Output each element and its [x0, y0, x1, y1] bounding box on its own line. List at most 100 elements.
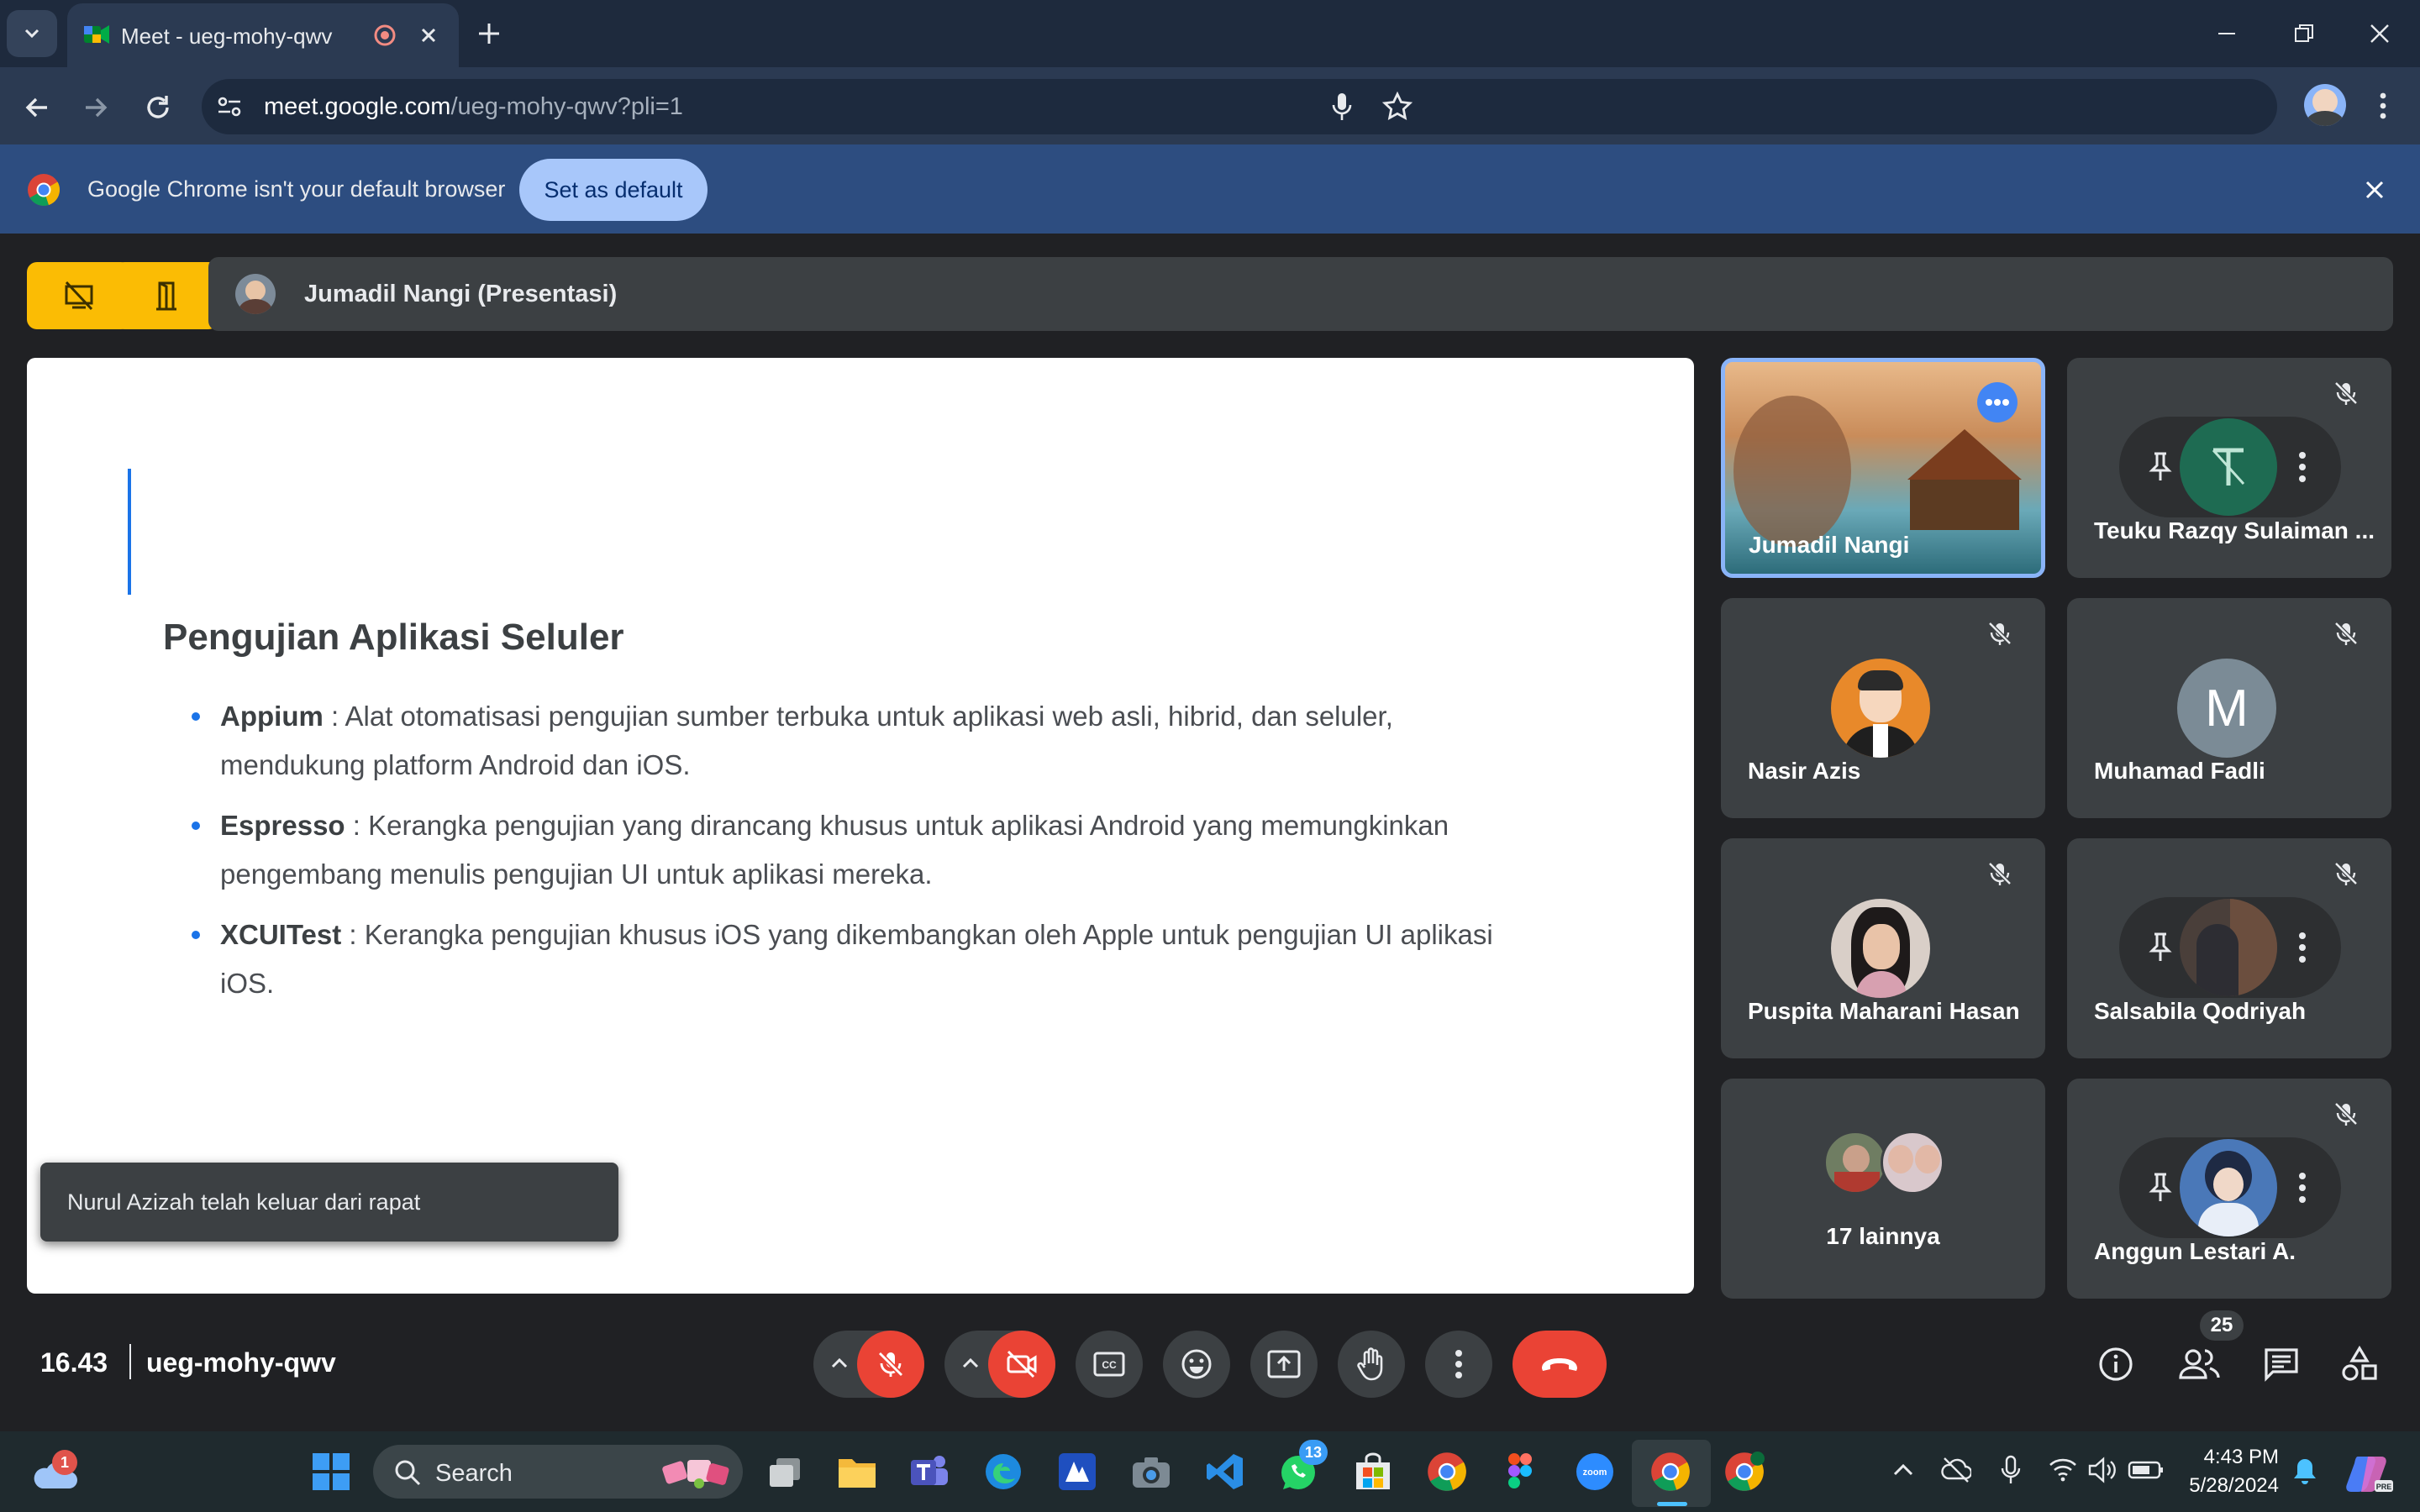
- more-options-icon[interactable]: [2296, 449, 2309, 486]
- taskbar-store[interactable]: [1348, 1446, 1398, 1497]
- activities-icon[interactable]: [2339, 1344, 2380, 1384]
- taskbar-figma[interactable]: [1496, 1446, 1546, 1497]
- participant-name: Muhamad Fadli: [2094, 758, 2265, 784]
- leave-call-button[interactable]: [1512, 1331, 1607, 1398]
- tray-microphone-icon[interactable]: [2000, 1455, 2022, 1485]
- presenter-bar: Jumadil Nangi (Presentasi): [208, 257, 2393, 331]
- pin-icon[interactable]: [2148, 931, 2173, 964]
- restore-icon[interactable]: [2292, 22, 2316, 45]
- notification-bell-icon[interactable]: [2292, 1457, 2317, 1485]
- set-as-default-button[interactable]: Set as default: [519, 159, 708, 221]
- clock-date: 5/28/2024: [2189, 1474, 2279, 1497]
- site-info-icon[interactable]: [217, 95, 242, 118]
- pin-icon[interactable]: [2148, 1171, 2173, 1205]
- active-tab[interactable]: Meet - ueg-mohy-qwv: [67, 3, 459, 67]
- avatar: [1881, 1131, 1944, 1194]
- taskbar-chrome-active[interactable]: [1645, 1446, 1696, 1497]
- hide-presentation-icon: [65, 281, 93, 311]
- taskbar-task-view[interactable]: [760, 1446, 810, 1497]
- taskbar-vscode[interactable]: [1200, 1446, 1250, 1497]
- participant-tile-salsabila[interactable]: Salsabila Qodriyah: [2067, 838, 2391, 1058]
- taskbar-file-explorer[interactable]: [832, 1446, 882, 1497]
- mic-off-icon: [2334, 622, 2358, 645]
- menu-kebab-icon[interactable]: [2371, 89, 2395, 123]
- microphone-icon[interactable]: [1329, 91, 1355, 123]
- slide-accent-bar: [128, 469, 131, 595]
- mic-off-icon: [2334, 1102, 2358, 1126]
- reactions-button[interactable]: [1163, 1331, 1230, 1398]
- participant-tile-teuku[interactable]: Teuku Razqy Sulaiman ...: [2067, 358, 2391, 578]
- volume-icon[interactable]: [2087, 1457, 2118, 1483]
- avatar: [2180, 418, 2277, 516]
- wifi-icon[interactable]: [2049, 1457, 2077, 1482]
- emoji-icon: [1181, 1349, 1212, 1379]
- battery-icon[interactable]: [2128, 1460, 2165, 1480]
- address-bar[interactable]: meet.google.com/ueg-mohy-qwv?pli=1: [202, 79, 2277, 134]
- taskbar-chrome[interactable]: [1422, 1446, 1472, 1497]
- tray-overflow-icon[interactable]: [1892, 1462, 1914, 1478]
- svg-text:CC: CC: [1102, 1359, 1117, 1371]
- infobar-message: Google Chrome isn't your default browser: [87, 176, 506, 202]
- figma-icon: [1508, 1453, 1532, 1488]
- minimize-icon[interactable]: [2215, 22, 2238, 45]
- people-icon[interactable]: [2178, 1346, 2222, 1383]
- others-tile[interactable]: 17 lainnya: [1721, 1079, 2045, 1299]
- search-icon: [395, 1460, 421, 1486]
- present-screen-button[interactable]: [1250, 1331, 1318, 1398]
- participant-tile-puspita[interactable]: Puspita Maharani Hasan: [1721, 838, 2045, 1058]
- more-options-icon[interactable]: [2296, 929, 2309, 966]
- active-indicator: [1657, 1502, 1687, 1506]
- forward-icon[interactable]: [81, 92, 111, 123]
- close-window-icon[interactable]: [2368, 22, 2391, 45]
- meeting-info-icon[interactable]: [2097, 1346, 2134, 1383]
- windows-start-icon[interactable]: [311, 1452, 351, 1492]
- tab-list-button[interactable]: [7, 10, 57, 57]
- pin-icon[interactable]: [2148, 450, 2173, 484]
- chat-icon[interactable]: [2262, 1346, 2301, 1383]
- cloud-offline-icon[interactable]: [1941, 1457, 1971, 1483]
- raise-hand-button[interactable]: [1338, 1331, 1405, 1398]
- store-icon: [1356, 1452, 1390, 1489]
- url-text: meet.google.com/ueg-mohy-qwv?pli=1: [264, 93, 683, 120]
- participant-name: Jumadil Nangi: [1749, 532, 1910, 558]
- taskbar-clock[interactable]: 4:43 PM 5/28/2024: [2173, 1443, 2279, 1500]
- avatar: [1831, 899, 1930, 998]
- more-options-icon[interactable]: [2296, 1169, 2309, 1206]
- taskbar-search[interactable]: Search: [373, 1445, 743, 1499]
- taskbar-edge[interactable]: [978, 1446, 1028, 1497]
- participant-tile-anggun[interactable]: Anggun Lestari A.: [2067, 1079, 2391, 1299]
- taskbar-zoom[interactable]: zoom: [1570, 1446, 1620, 1497]
- teams-icon: [911, 1456, 948, 1485]
- camera-toggle-button[interactable]: [988, 1331, 1055, 1398]
- avatar: [1831, 659, 1930, 758]
- back-icon[interactable]: [22, 92, 52, 123]
- taskbar-teams[interactable]: [904, 1446, 955, 1497]
- copilot-icon[interactable]: PRE: [2344, 1452, 2395, 1495]
- speaking-dots-icon: [1986, 399, 2009, 406]
- mic-off-icon: [877, 1351, 904, 1378]
- presentation-layout-button[interactable]: [114, 262, 218, 329]
- bookmark-star-icon[interactable]: [1381, 91, 1413, 123]
- participant-tile-muhamad-fadli[interactable]: M Muhamad Fadli: [2067, 598, 2391, 818]
- clock-time: 4:43 PM: [2203, 1446, 2279, 1468]
- taskbar-chrome-profile[interactable]: [1719, 1446, 1770, 1497]
- participant-tile-jumadil-nangi[interactable]: Jumadil Nangi: [1721, 358, 2045, 578]
- remove-icon[interactable]: [2208, 445, 2249, 489]
- weather-widget[interactable]: 1: [30, 1450, 81, 1495]
- whatsapp-badge: 13: [1299, 1440, 1328, 1465]
- more-options-button[interactable]: [1425, 1331, 1492, 1398]
- microphone-toggle-button[interactable]: [857, 1331, 924, 1398]
- weather-badge: 1: [52, 1450, 77, 1475]
- close-infobar-icon[interactable]: [2363, 178, 2386, 202]
- taskbar-app[interactable]: [1052, 1446, 1102, 1497]
- participant-tile-nasir-azis[interactable]: Nasir Azis: [1721, 598, 2045, 818]
- captions-button[interactable]: CC: [1076, 1331, 1143, 1398]
- taskbar-camera[interactable]: [1126, 1446, 1176, 1497]
- reload-icon[interactable]: [141, 91, 175, 124]
- new-tab-icon[interactable]: [476, 20, 502, 47]
- taskbar-whatsapp[interactable]: 13: [1274, 1440, 1328, 1497]
- chevron-down-icon: [24, 29, 39, 39]
- presenter-label: Jumadil Nangi (Presentasi): [304, 281, 618, 307]
- close-tab-icon[interactable]: [418, 25, 439, 45]
- profile-avatar[interactable]: [2304, 84, 2346, 126]
